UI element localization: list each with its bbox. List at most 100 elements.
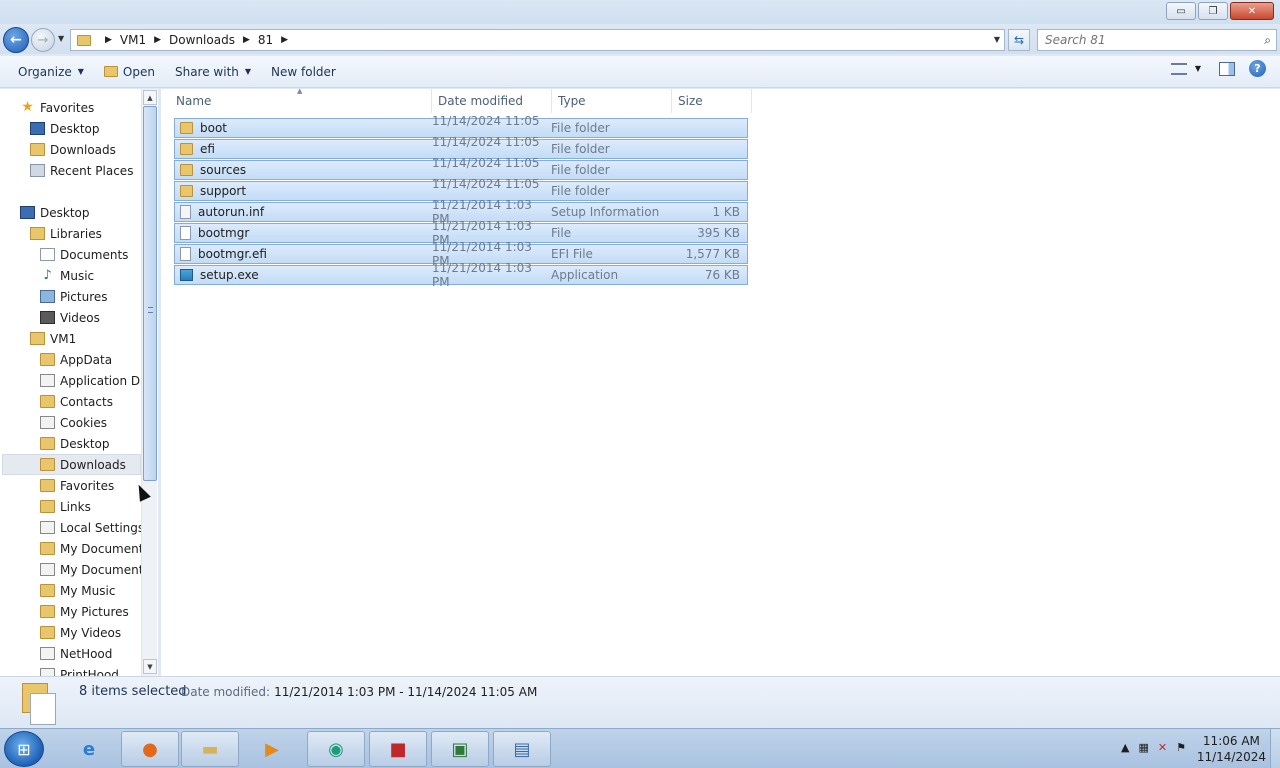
close-button[interactable]: ✕ — [1230, 2, 1274, 20]
taskbar-app-green[interactable]: ◉ — [307, 731, 365, 767]
computer-icon: ▤ — [513, 738, 531, 760]
back-button[interactable]: ← — [3, 27, 29, 53]
user-folder-icon — [30, 332, 45, 345]
nav-libraries[interactable]: Libraries — [30, 223, 158, 244]
column-size[interactable]: Size — [672, 89, 752, 113]
nav-label: Links — [60, 499, 91, 514]
column-type[interactable]: Type — [552, 89, 672, 113]
chevron-right-icon[interactable]: ▶ — [154, 35, 161, 45]
address-dropdown[interactable]: ▼ — [994, 35, 1000, 44]
nav-favorites-desktop[interactable]: Desktop — [30, 118, 158, 139]
monitor-icon: ▣ — [451, 738, 469, 760]
open-button[interactable]: Open — [94, 60, 165, 84]
nav-application-data[interactable]: Application Data — [40, 370, 141, 391]
volume-muted-icon[interactable]: ✕ — [1158, 741, 1167, 754]
nav-label: My Videos — [60, 625, 122, 640]
nav-vm1[interactable]: VM1 — [30, 328, 158, 349]
favorites-folder-icon — [40, 479, 55, 492]
system-tray: ▲ ▦ ✕ ⚑ — [1121, 741, 1186, 754]
start-button[interactable]: ⊞ — [4, 731, 44, 767]
recent-pages-dropdown[interactable]: ▼ — [58, 34, 64, 43]
breadcrumb-81[interactable]: 81 — [258, 33, 273, 47]
taskbar-windows-explorer[interactable]: ▬ — [181, 731, 239, 767]
downloads-folder-icon — [40, 458, 55, 471]
action-center-flag-icon[interactable]: ⚑ — [1176, 741, 1186, 754]
search-input[interactable] — [1038, 30, 1248, 50]
organize-button[interactable]: Organize ▼ — [8, 60, 94, 84]
nav-label: NetHood — [60, 646, 113, 661]
scroll-thumb[interactable] — [143, 106, 157, 481]
minimize-button[interactable]: ▭ — [1166, 2, 1196, 20]
nav-favorites-downloads[interactable]: Downloads — [30, 139, 158, 160]
nav-label: Local Settings — [60, 520, 145, 535]
nav-scrollbar[interactable]: ▲ ▼ — [141, 89, 157, 676]
nav-label: Videos — [60, 310, 100, 325]
date-modified-label: Date modified: — [181, 685, 271, 699]
column-name[interactable]: Name ▲ — [161, 87, 432, 113]
forward-button[interactable]: → — [31, 28, 55, 52]
taskbar-system-monitor[interactable]: ▣ — [431, 731, 489, 767]
folder-icon — [180, 164, 193, 176]
chevron-down-icon: ▼ — [77, 67, 84, 76]
file-date-cell: 11/21/2014 1:03 PM — [432, 261, 532, 289]
documents-icon — [40, 248, 55, 261]
taskbar-media-player[interactable]: ▶ — [243, 731, 301, 767]
taskbar-internet-explorer[interactable]: e — [60, 731, 118, 767]
file-name-cell: support — [175, 184, 425, 198]
app-icon — [180, 269, 193, 281]
file-type-cell: Application — [551, 268, 619, 282]
selection-count: 8 items selected — [79, 684, 187, 699]
file-name: support — [200, 184, 247, 198]
breadcrumb-vm1[interactable]: VM1 — [120, 33, 146, 47]
file-name: sources — [200, 163, 247, 177]
chevron-right-icon[interactable]: ▶ — [281, 35, 288, 45]
help-icon[interactable]: ? — [1249, 60, 1266, 77]
downloads-folder-icon — [30, 143, 45, 156]
nav-my-documents-shortcut[interactable]: My Documents — [40, 559, 141, 580]
preview-pane-icon[interactable] — [1219, 61, 1235, 76]
new-folder-button[interactable]: New folder — [261, 60, 346, 84]
nav-label: Favorites — [60, 478, 115, 493]
share-with-button[interactable]: Share with ▼ — [165, 60, 261, 84]
title-bar: ▭ ❐ ✕ — [0, 0, 1280, 24]
command-bar: Organize ▼ Open Share with ▼ New folder ▼ … — [0, 56, 1280, 88]
pictures-icon — [40, 290, 55, 303]
column-date-modified[interactable]: Date modified — [432, 89, 552, 113]
libraries-icon — [30, 227, 45, 240]
taskbar-toolbox[interactable]: ■ — [369, 731, 427, 767]
nav-label: Cookies — [60, 415, 107, 430]
network-icon[interactable]: ▦ — [1139, 741, 1149, 754]
refresh-button[interactable]: ⇆ — [1008, 29, 1030, 51]
nav-favorites[interactable]: ★ Favorites — [20, 97, 158, 118]
sort-ascending-icon: ▲ — [297, 87, 303, 95]
chevron-right-icon[interactable]: ▶ — [105, 35, 112, 45]
maximize-button[interactable]: ❐ — [1198, 2, 1228, 20]
breadcrumb-downloads[interactable]: Downloads — [169, 33, 235, 47]
nav-desktop[interactable]: Desktop — [20, 202, 158, 223]
show-desktop-button[interactable] — [1270, 729, 1280, 768]
show-hidden-icons-icon[interactable]: ▲ — [1121, 741, 1129, 754]
scroll-down-icon[interactable]: ▼ — [143, 659, 157, 674]
file-row[interactable]: setup.exe 11/21/2014 1:03 PM Application 76… — [174, 261, 748, 289]
scroll-up-icon[interactable]: ▲ — [143, 90, 157, 105]
file-name: efi — [200, 142, 215, 156]
music-folder-icon — [40, 584, 55, 597]
file-name: boot — [200, 121, 228, 135]
nav-my-documents[interactable]: My Documents — [40, 538, 141, 559]
shortcut-folder-icon — [40, 416, 55, 429]
address-bar[interactable]: ▶ VM1 ▶ Downloads ▶ 81 ▶ ▼ — [70, 29, 1005, 51]
chevron-down-icon[interactable]: ▼ — [1195, 64, 1201, 73]
taskbar-remote-desktop[interactable]: ▤ — [493, 731, 551, 767]
taskbar-firefox[interactable]: ● — [121, 731, 179, 767]
file-type-cell: File — [551, 226, 572, 240]
search-icon[interactable]: ⌕ — [1264, 33, 1271, 48]
nav-label: My Documents — [60, 541, 141, 556]
change-view-icon[interactable] — [1170, 62, 1187, 75]
chevron-right-icon[interactable]: ▶ — [243, 35, 250, 45]
taskbar: ⊞ e ● ▬ ▶ ◉ ■ ▣ ▤ ▲ ▦ ✕ ⚑ 11:06 AM 11/14… — [0, 728, 1280, 768]
nav-user-downloads[interactable]: Downloads — [2, 454, 141, 475]
file-name: bootmgr.efi — [198, 247, 267, 261]
search-box[interactable]: ⌕ — [1037, 29, 1277, 51]
nav-recent-places[interactable]: Recent Places — [30, 160, 158, 181]
clock[interactable]: 11:06 AM 11/14/2024 — [1197, 733, 1266, 765]
